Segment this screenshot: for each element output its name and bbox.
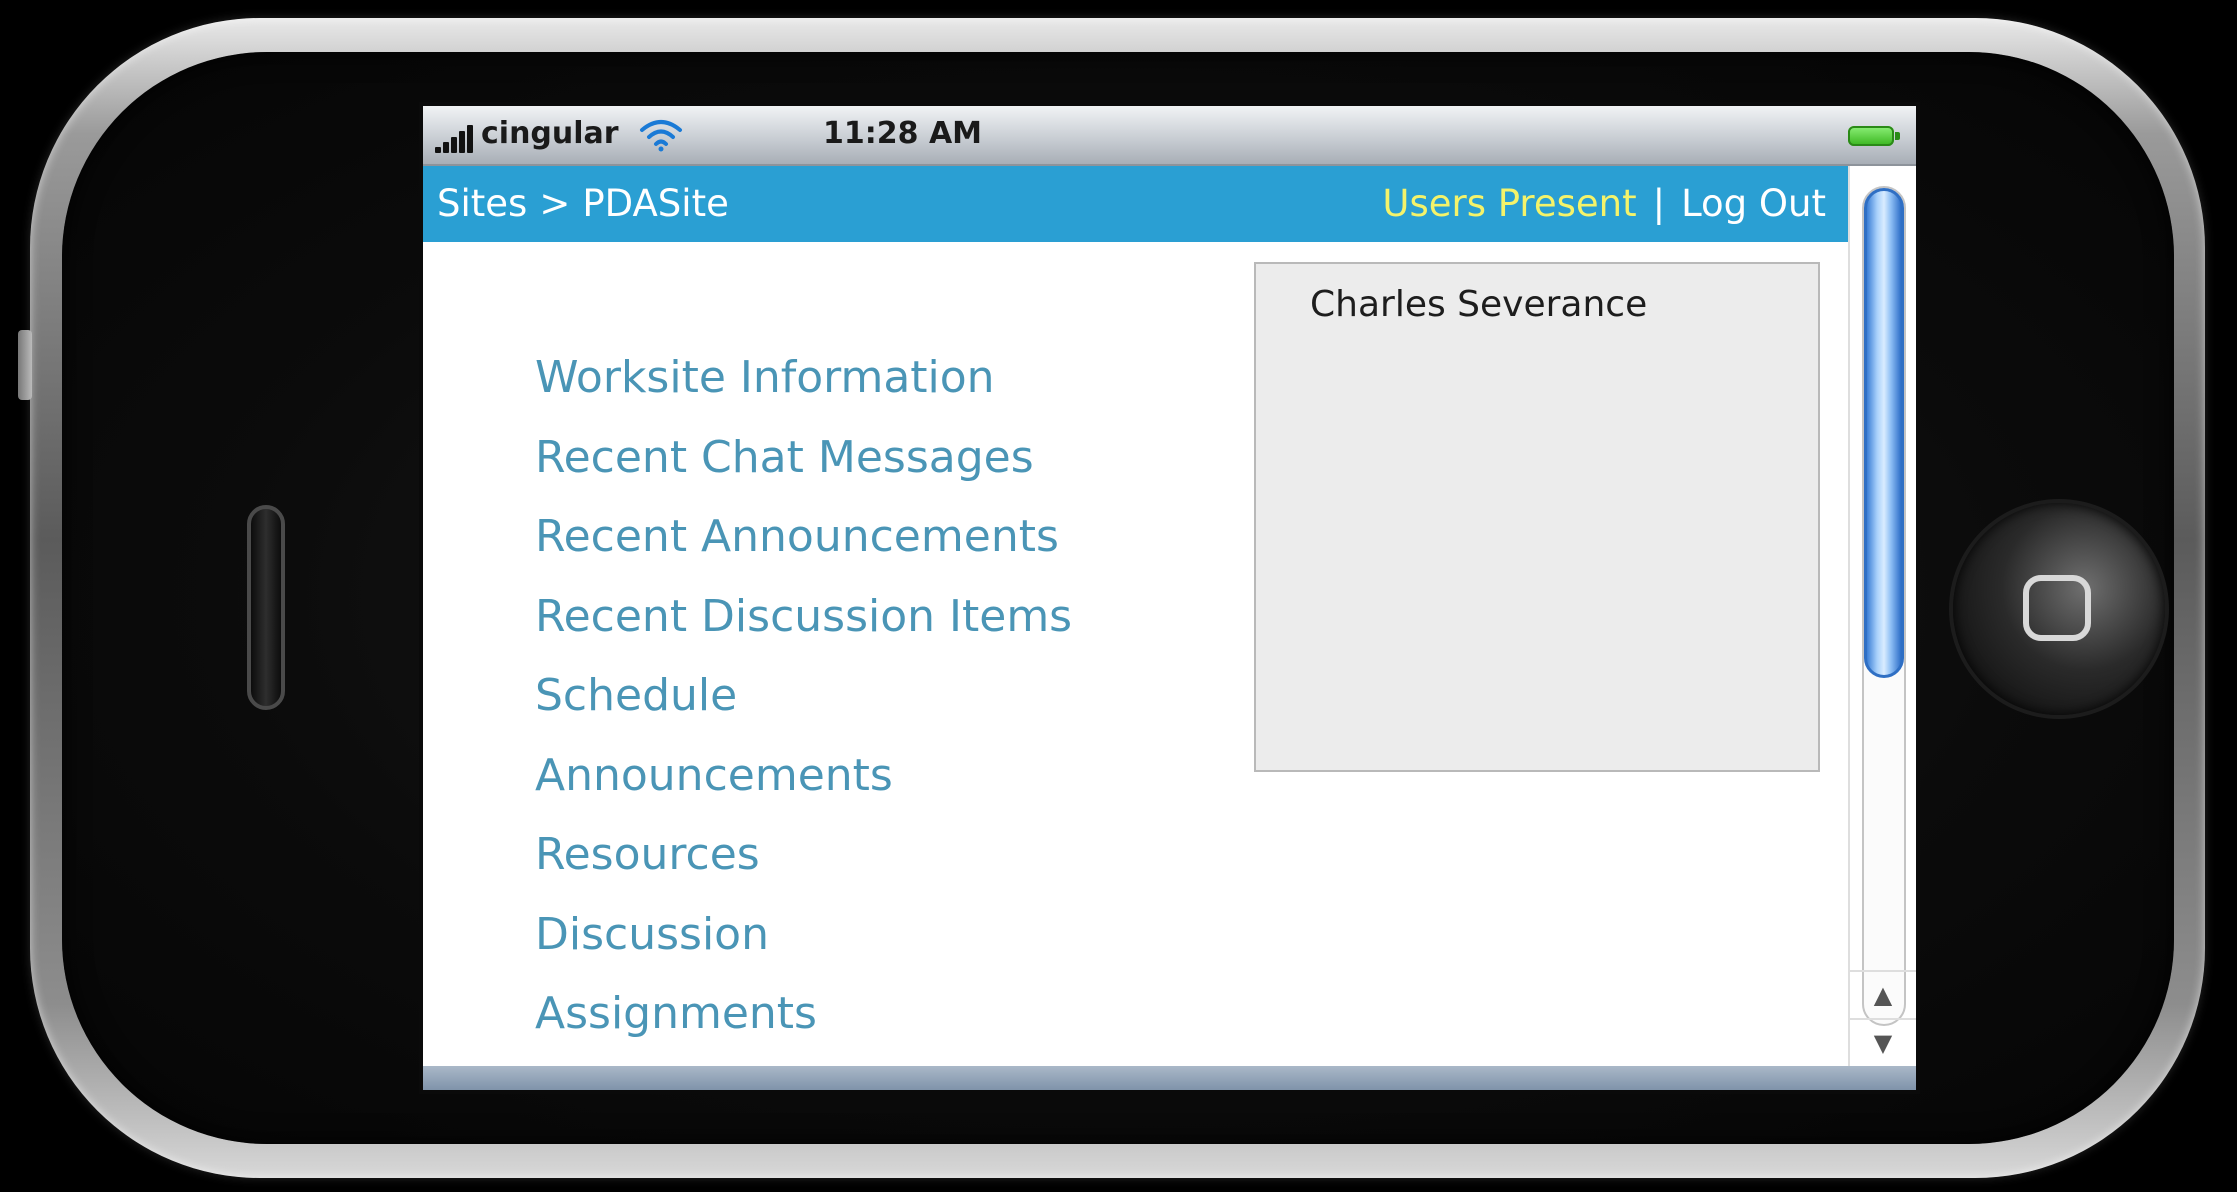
- signal-strength-icon: [435, 125, 479, 153]
- tool-discussion-link[interactable]: Discussion: [535, 905, 1072, 985]
- scroll-thumb[interactable]: [1864, 188, 1904, 678]
- breadcrumb: Sites > PDASite: [437, 182, 729, 225]
- speaker-slot: [247, 505, 285, 710]
- tool-worksite-information-link[interactable]: Worksite Information: [535, 348, 1072, 428]
- tool-recent-announcements-link[interactable]: Recent Announcements: [535, 507, 1072, 587]
- tool-menu: Worksite Information Recent Chat Message…: [535, 348, 1072, 1064]
- phone-screen: cingular 11:28 AM Sites > PDASite Users Pr…: [423, 106, 1916, 1090]
- battery-icon: [1848, 126, 1900, 146]
- wifi-icon: [640, 120, 682, 152]
- bottom-toolbar: [423, 1066, 1916, 1090]
- scroll-down-arrow-icon[interactable]: ▼: [1850, 1018, 1916, 1066]
- breadcrumb-sites-link[interactable]: Sites: [437, 182, 527, 225]
- scroll-up-arrow-icon[interactable]: ▲: [1850, 970, 1916, 1018]
- side-volume-button: [18, 330, 32, 400]
- vertical-scrollbar[interactable]: ▲ ▼: [1848, 166, 1916, 1066]
- tool-schedule-link[interactable]: Schedule: [535, 666, 1072, 746]
- tool-announcements-link[interactable]: Announcements: [535, 746, 1072, 826]
- site-nav-bar: Sites > PDASite Users Present | Log Out: [423, 166, 1848, 242]
- users-present-panel: Charles Severance: [1254, 262, 1820, 772]
- users-present-link[interactable]: Users Present: [1382, 182, 1636, 225]
- tool-assignments-link[interactable]: Assignments: [535, 984, 1072, 1064]
- nav-actions: Users Present | Log Out: [1382, 182, 1826, 225]
- status-bar: cingular 11:28 AM: [423, 106, 1916, 166]
- logout-link[interactable]: Log Out: [1681, 182, 1826, 225]
- tool-recent-chat-messages-link[interactable]: Recent Chat Messages: [535, 428, 1072, 508]
- breadcrumb-separator: >: [539, 182, 571, 225]
- carrier-label: cingular: [481, 116, 619, 151]
- clock-label: 11:28 AM: [823, 116, 983, 151]
- tool-recent-discussion-items-link[interactable]: Recent Discussion Items: [535, 587, 1072, 667]
- home-square-icon: [2023, 575, 2091, 641]
- tool-resources-link[interactable]: Resources: [535, 825, 1072, 905]
- present-user-name: Charles Severance: [1310, 284, 1648, 325]
- breadcrumb-current-site: PDASite: [582, 182, 729, 225]
- nav-divider: |: [1652, 182, 1666, 225]
- home-button[interactable]: [1953, 503, 2165, 715]
